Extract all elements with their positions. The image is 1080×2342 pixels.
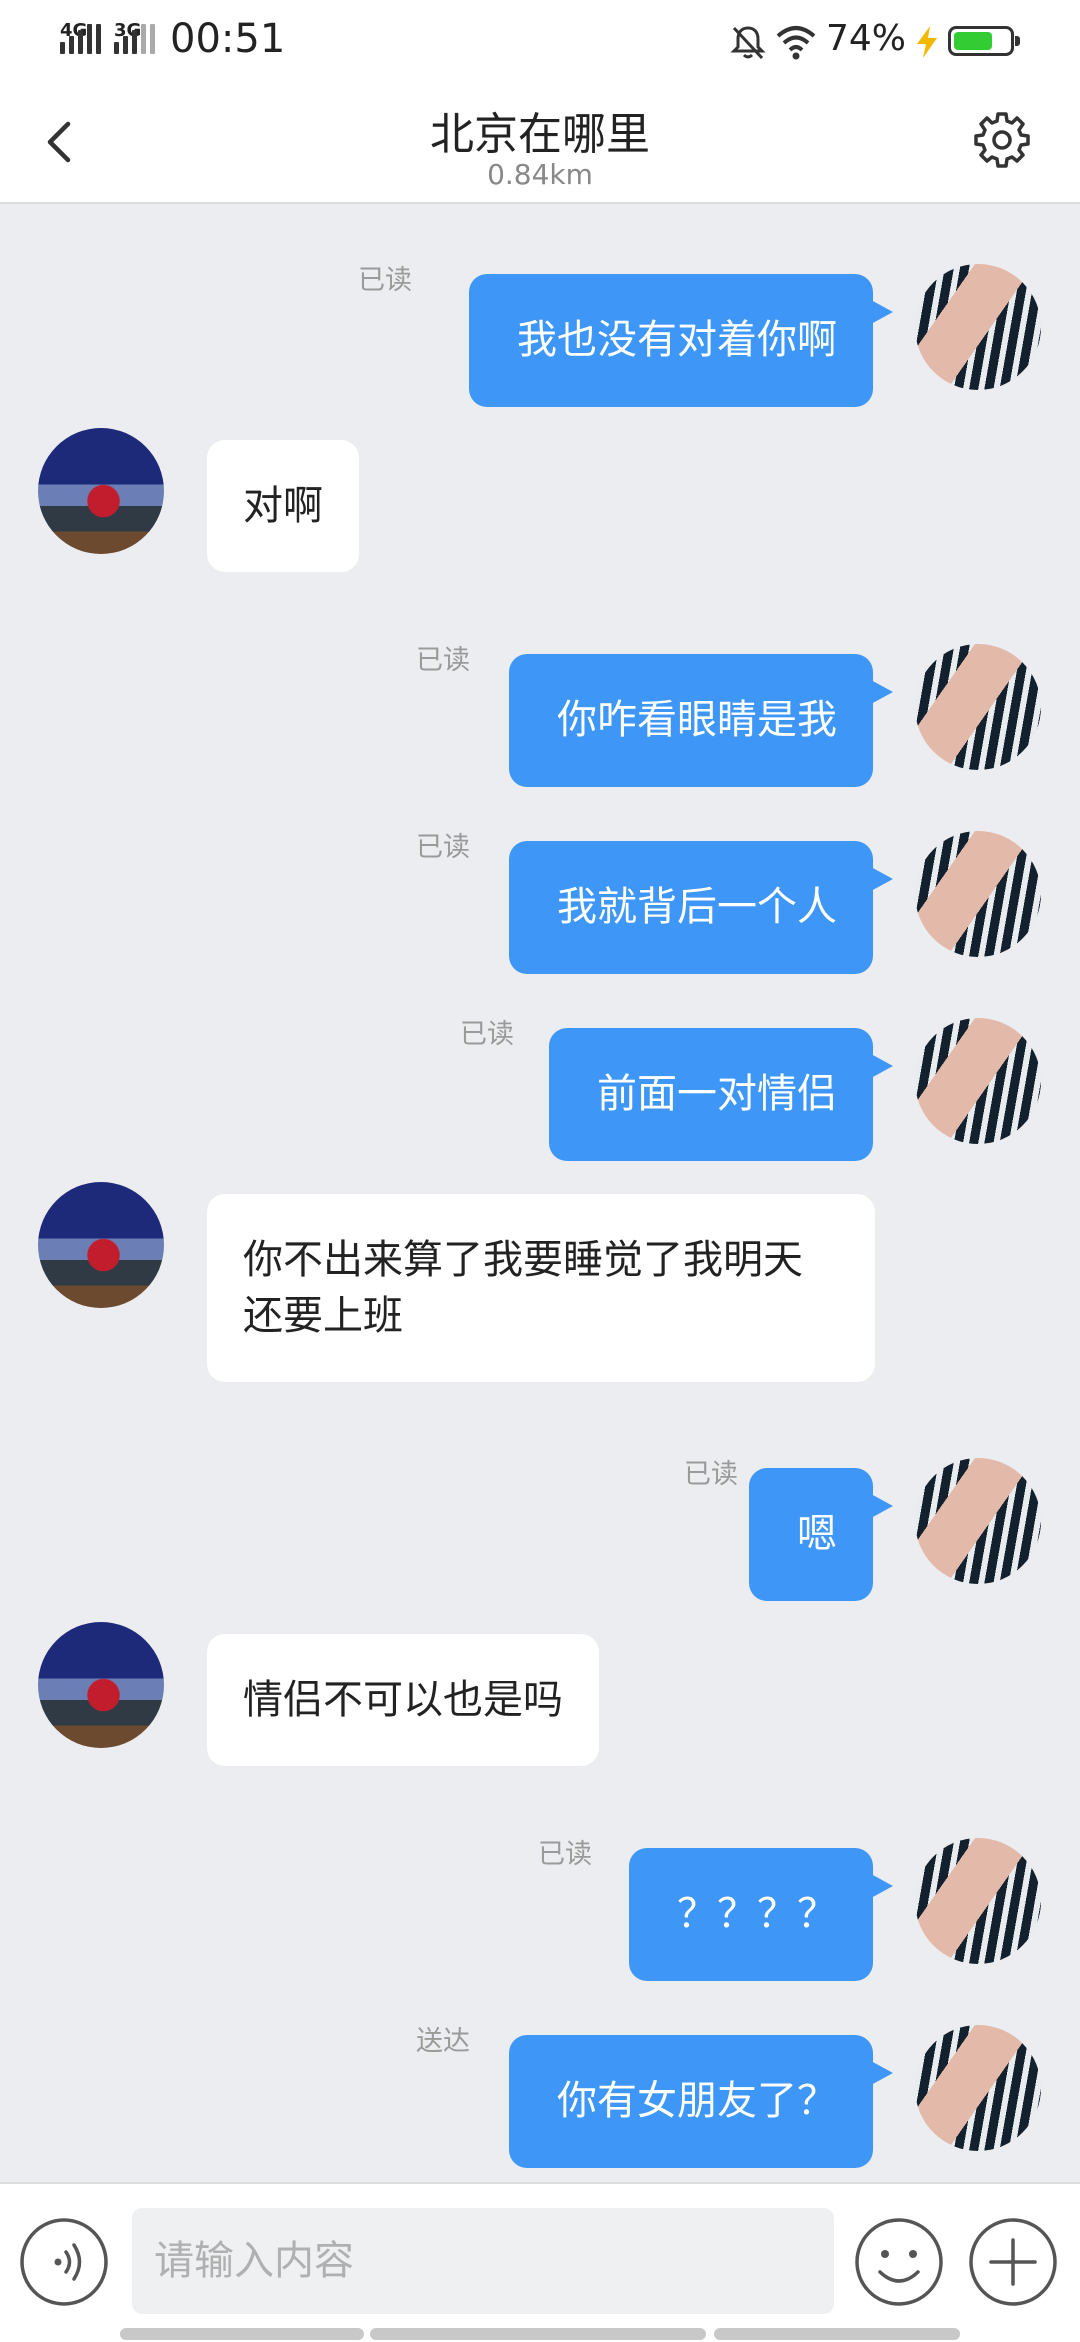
message-bubble[interactable]: 我就背后一个人 [509,841,893,974]
read-receipt: 已读 [460,1019,514,1050]
wifi-icon [776,26,816,60]
message-input[interactable] [132,2208,834,2314]
input-bar [0,2182,1080,2342]
my-avatar[interactable] [915,1018,1041,1144]
my-avatar[interactable] [915,644,1041,770]
battery-percent: 74% [826,18,907,59]
read-receipt: 已读 [538,1839,592,1870]
message-bubble[interactable]: ？？？？ [629,1848,893,1981]
my-avatar[interactable] [915,1838,1041,1964]
nav-indicator [714,2328,960,2340]
delivered-receipt: 送达 [416,2026,470,2057]
plus-button[interactable] [967,2216,1059,2308]
clock: 00:51 [170,16,286,62]
distance-label: 0.84km [487,158,593,191]
message-bubble[interactable]: 前面一对情侣 [549,1028,893,1161]
contact-avatar[interactable] [38,1182,164,1308]
my-avatar[interactable] [915,1458,1041,1584]
message-bubble[interactable]: 情侣不可以也是吗 [207,1634,599,1766]
message-bubble[interactable]: 嗯 [749,1468,893,1601]
my-avatar[interactable] [915,831,1041,957]
signal-icon [60,24,108,54]
battery-fill [954,32,993,50]
message-bubble[interactable]: 你咋看眼睛是我 [509,654,893,787]
message-bubble[interactable]: 你有女朋友了？ [509,2035,893,2168]
status-bar: 4G 3G 00:51 74% [0,0,1080,84]
contact-avatar[interactable] [38,428,164,554]
settings-button[interactable] [970,108,1034,172]
message-list[interactable]: 已读 我也没有对着你啊 对啊 已读 你咋看眼睛是我 已读 我就背后一个人 已读 … [0,204,1080,2182]
voice-icon [20,2218,108,2306]
message-bubble[interactable]: 你不出来算了我要睡觉了我明天还要上班 [207,1194,875,1382]
contact-avatar[interactable] [38,1622,164,1748]
plus-icon [969,2218,1057,2306]
read-receipt: 已读 [684,1459,738,1490]
signal-icon-2 [114,24,162,54]
read-receipt: 已读 [416,832,470,863]
read-receipt: 已读 [416,645,470,676]
chat-title: 北京在哪里 [430,109,650,160]
read-receipt: 已读 [358,265,412,296]
battery-icon [948,26,1020,56]
message-bubble[interactable]: 对啊 [207,440,359,572]
mute-icon [730,26,766,60]
smiley-icon [855,2218,943,2306]
chat-header: 北京在哪里 0.84km [0,84,1080,204]
my-avatar[interactable] [915,2025,1041,2151]
my-avatar[interactable] [915,264,1041,390]
gear-icon [974,112,1030,168]
nav-indicator [120,2328,364,2340]
message-bubble[interactable]: 我也没有对着你啊 [469,274,893,407]
charging-icon [917,26,937,58]
emoji-button[interactable] [853,2216,945,2308]
voice-button[interactable] [18,2216,110,2308]
nav-indicator [370,2328,706,2340]
